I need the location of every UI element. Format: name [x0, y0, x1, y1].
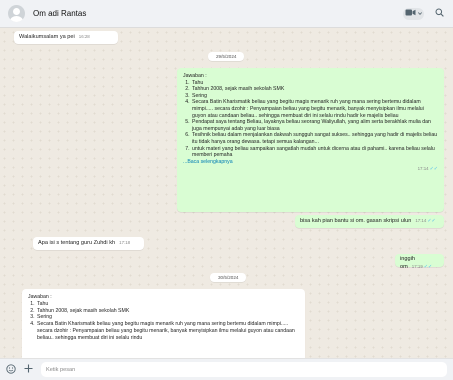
- answer-item: Tahhun 2008, sejak masih sekolah SMK: [191, 86, 438, 93]
- message-input-placeholder: Ketik pesan: [46, 366, 76, 373]
- answer-item: Secara Batin Kharismatik beliau yang beg…: [191, 99, 438, 119]
- message-text: Apa isi s tentang guru Zuhdi kh: [38, 240, 116, 246]
- read-receipt-icon: ✓✓: [427, 218, 436, 224]
- message-time: 17:19: [411, 264, 423, 270]
- plus-icon: [24, 364, 33, 375]
- message-outgoing[interactable]: Jawaban : Tahu Tahhun 2008, sejak masih …: [177, 68, 444, 212]
- answer-item: Tesihnik beliau dalam menjalankan dakwah…: [191, 132, 438, 145]
- answer-item: Secara Batin Kharismatik beliau yang beg…: [36, 321, 299, 341]
- answer-item: Tahu: [36, 301, 299, 308]
- answer-item: untuk materi yang beliau sampaikan sanga…: [191, 146, 438, 159]
- message-incoming[interactable]: Walaikumsalam ya pei 16:28: [14, 31, 118, 44]
- answer-list: Tahu Tahhun 2008, sejak masih sekolah SM…: [28, 301, 299, 342]
- message-outgoing[interactable]: inggih om 17:19✓✓: [395, 254, 444, 271]
- video-call-icon: [405, 9, 416, 18]
- attach-button[interactable]: [24, 364, 33, 375]
- date-divider: 30/5/2024: [210, 273, 247, 282]
- read-receipt-icon: ✓✓: [429, 166, 438, 173]
- answer-item: Pendapat saya tentang Beliau, layaknya b…: [191, 119, 438, 132]
- message-input[interactable]: Ketik pesan: [41, 362, 447, 377]
- chevron-down-icon: [418, 11, 422, 17]
- message-composer: Ketik pesan: [0, 358, 453, 380]
- video-call-button[interactable]: [403, 7, 424, 20]
- message-incoming[interactable]: Apa isi s tentang guru Zuhdi kh 17:18: [33, 237, 144, 250]
- message-time: 17:14: [417, 166, 429, 172]
- answer-list: Tahu Tahhun 2008, sejak masih sekolah SM…: [183, 80, 438, 159]
- contact-avatar[interactable]: [8, 5, 25, 22]
- message-meta: 17:14✓✓: [183, 166, 438, 173]
- chat-area[interactable]: Walaikumsalam ya pei 16:28 29/5/2024 Jawa…: [0, 28, 453, 358]
- answer-item: Sering: [191, 93, 438, 100]
- date-divider: 29/5/2024: [208, 52, 245, 61]
- message-title: Jawaban :: [28, 294, 52, 300]
- message-time: 17:18: [119, 240, 131, 245]
- emoji-button[interactable]: [6, 363, 16, 376]
- message-incoming[interactable]: Jawaban : Tahu Tahhun 2008, sejak masih …: [22, 289, 305, 358]
- read-receipt-icon: ✓✓: [423, 264, 433, 271]
- emoji-icon: [6, 363, 16, 376]
- message-time: 16:28: [78, 34, 90, 39]
- message-outgoing[interactable]: bisa kah pian bantu si om. gasan skripsi…: [295, 215, 444, 228]
- search-button[interactable]: [433, 8, 445, 20]
- contact-name[interactable]: Om adi Rantas: [33, 9, 86, 18]
- chat-header: Om adi Rantas: [0, 0, 453, 28]
- search-icon: [435, 8, 444, 19]
- message-time: 17:14: [415, 218, 427, 223]
- message-title: Jawaban :: [183, 73, 207, 79]
- answer-item: Tahu: [191, 80, 438, 87]
- answer-item: Tahhun 2008, sejak masih sekolah SMK: [36, 308, 299, 315]
- message-text: bisa kah pian bantu si om. gasan skripsi…: [300, 218, 412, 224]
- message-text: Walaikumsalam ya pei: [19, 34, 75, 40]
- read-more-link[interactable]: ...Baca selengkapnya: [183, 159, 438, 166]
- header-actions: [403, 7, 445, 20]
- answer-item: Sering: [36, 314, 299, 321]
